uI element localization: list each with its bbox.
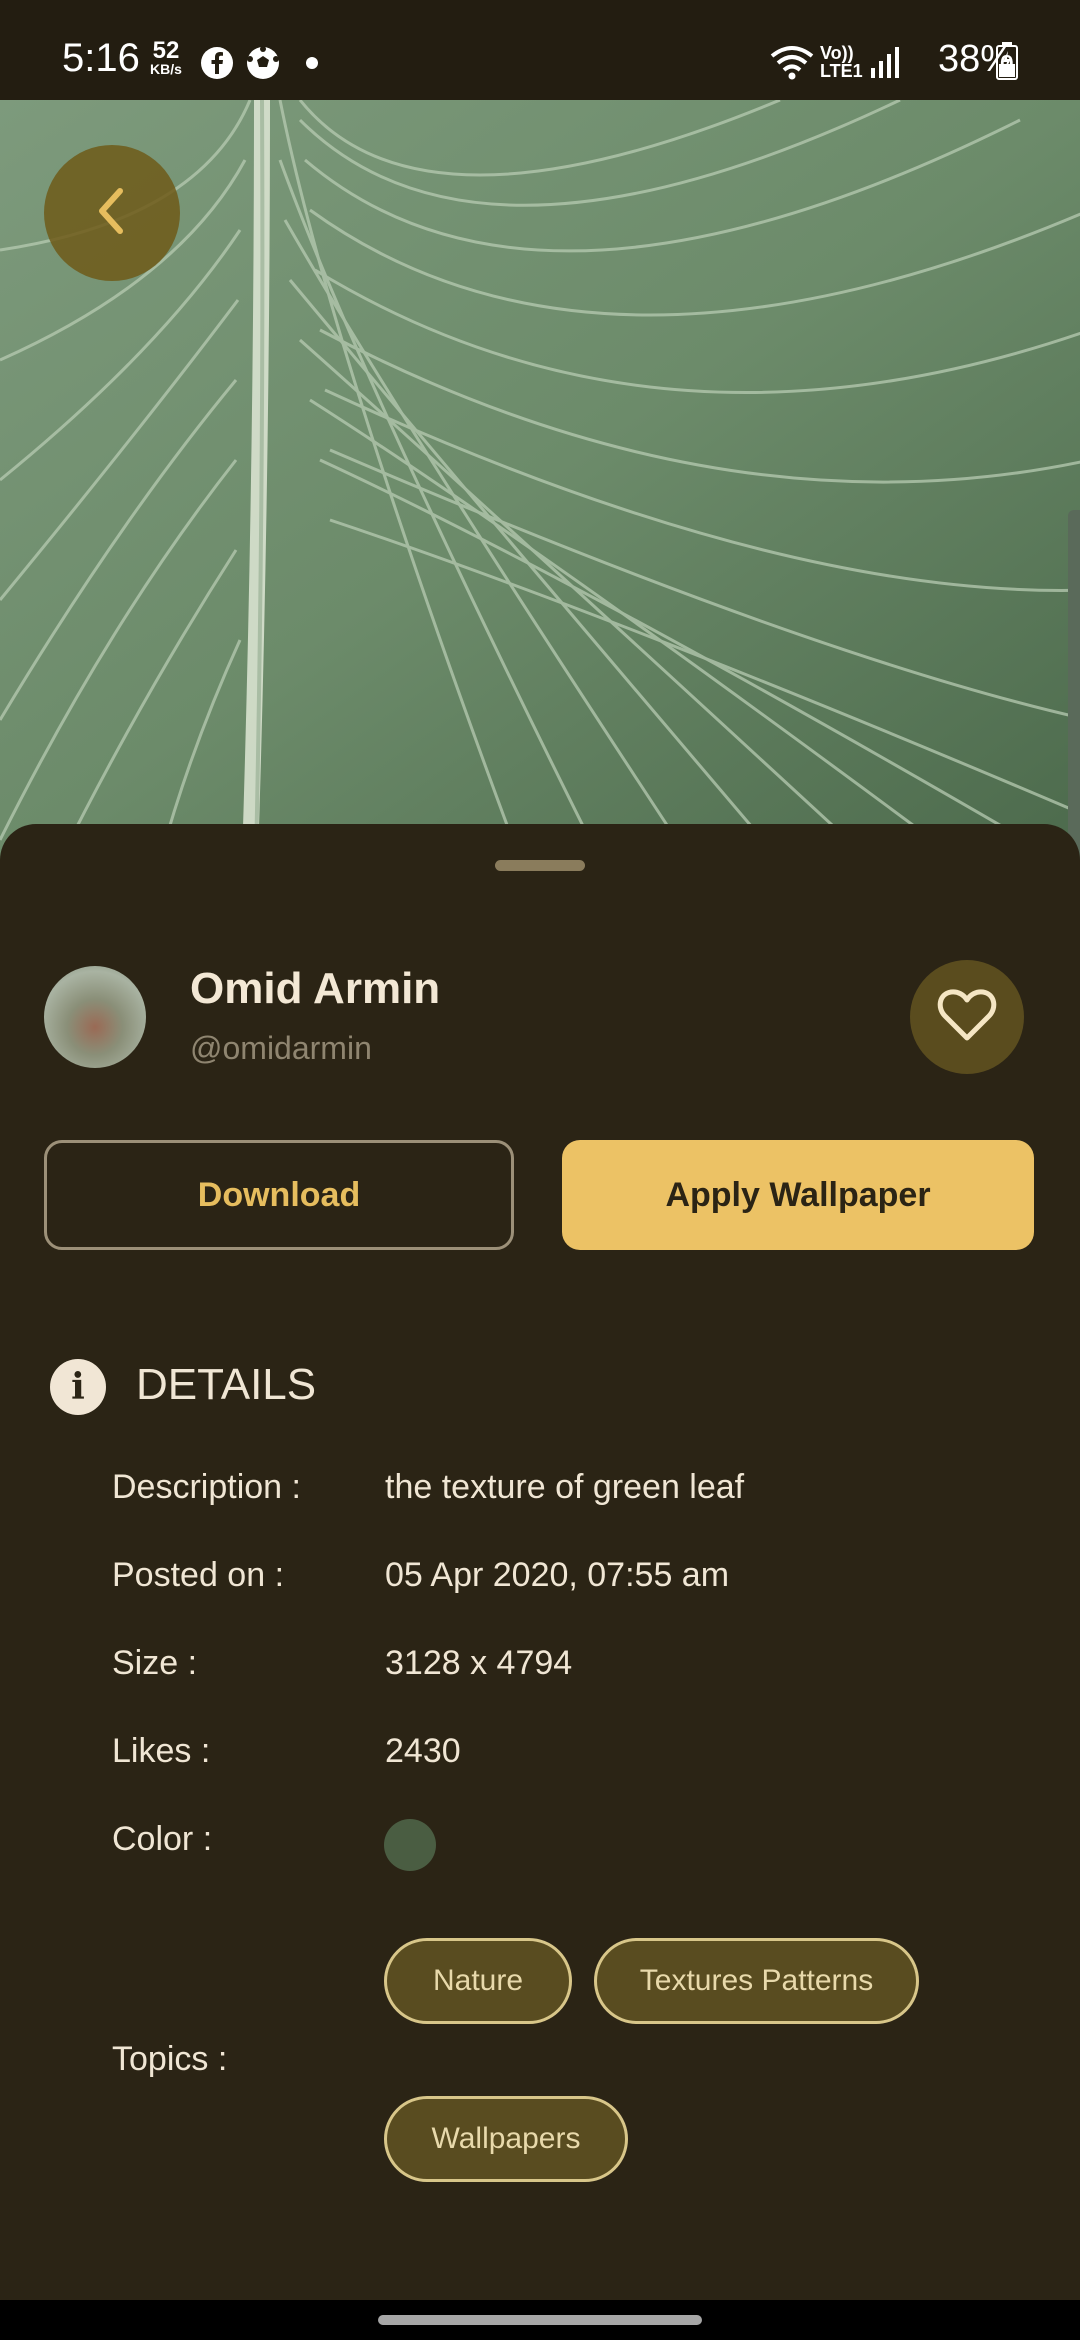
wifi-icon [770, 44, 814, 85]
posted-value: 05 Apr 2020, 07:55 am [385, 1556, 730, 1594]
posted-label: Posted on : [112, 1556, 285, 1594]
home-gesture-pill[interactable] [378, 2315, 702, 2325]
topic-chip-nature[interactable]: Nature [384, 1938, 572, 2024]
color-label: Color : [112, 1820, 213, 1858]
favorite-button[interactable] [910, 960, 1024, 1074]
back-chevron-icon [92, 183, 132, 244]
edge-panel-handle[interactable] [1068, 510, 1080, 860]
network-speed: 52 KB/s [150, 37, 182, 78]
details-heading: DETAILS [136, 1360, 317, 1409]
network-speed-value: 52 [152, 37, 180, 64]
topics-label: Topics : [112, 2040, 228, 2078]
author-handle[interactable]: @omidarmin [190, 1030, 372, 1067]
apply-wallpaper-button[interactable]: Apply Wallpaper [562, 1140, 1034, 1250]
description-label: Description : [112, 1468, 301, 1506]
author-avatar[interactable] [44, 966, 146, 1068]
download-button[interactable]: Download [44, 1140, 514, 1250]
size-value: 3128 x 4794 [385, 1644, 573, 1682]
topic-chip-wallpapers[interactable]: Wallpapers [384, 2096, 628, 2182]
notification-dot-icon [306, 56, 318, 74]
likes-value: 2430 [385, 1732, 461, 1770]
size-label: Size : [112, 1644, 198, 1682]
facebook-icon [200, 46, 234, 85]
back-button[interactable] [44, 145, 180, 281]
color-swatch [384, 1819, 436, 1871]
drag-handle[interactable] [495, 860, 585, 871]
status-bar: 5:16 52 KB/s Vo)) LTE1 38% [0, 0, 1080, 100]
heart-icon [937, 988, 997, 1047]
status-time: 5:16 [62, 36, 140, 80]
battery-icon [996, 42, 1018, 85]
network-speed-unit: KB/s [150, 61, 182, 77]
likes-label: Likes : [112, 1732, 211, 1770]
description-value: the texture of green leaf [385, 1468, 745, 1506]
topic-chip-textures-patterns[interactable]: Textures Patterns [594, 1938, 919, 2024]
volte-label: Vo)) LTE1 [820, 43, 863, 81]
signal-icon [870, 46, 900, 83]
details-sheet: Omid Armin @omidarmin Download Apply Wal… [0, 824, 1080, 2300]
info-icon: i [50, 1359, 106, 1415]
soccer-ball-icon [246, 46, 280, 85]
author-name[interactable]: Omid Armin [190, 964, 440, 1014]
